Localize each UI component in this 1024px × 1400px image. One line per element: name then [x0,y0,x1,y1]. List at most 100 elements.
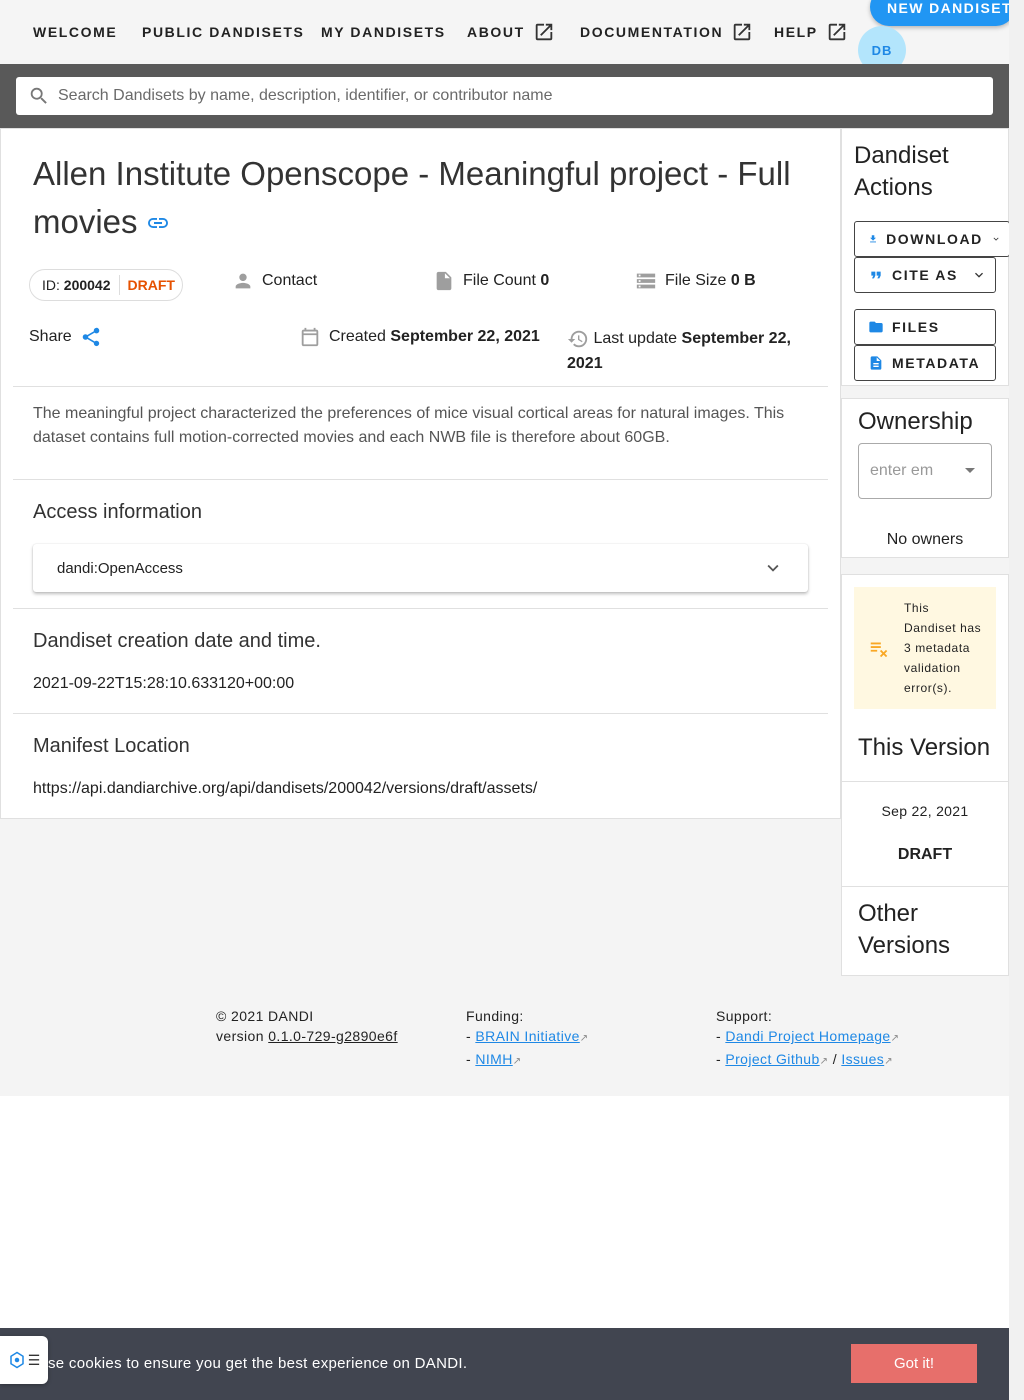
file-icon [436,271,452,291]
external-link-icon: ↗ [579,1033,589,1044]
nav-my-dandisets-label: MY DANDISETS [321,24,446,40]
external-link-icon: ↗ [884,1056,893,1067]
external-link-icon [535,23,553,41]
dandiset-id: 200042 [63,277,111,293]
files-button[interactable]: FILES [854,309,996,345]
section-divider [842,781,1008,782]
creation-value: 2021-09-22T15:28:10.633120+00:00 [33,675,295,692]
this-version-heading: This Version [858,734,991,761]
files-label: FILES [892,319,940,335]
chevron-down-icon[interactable] [762,557,784,579]
download-icon [870,235,876,243]
dandiset-description: The meaningful project characterized the… [33,405,785,446]
external-link-icon: ↗ [819,1056,829,1067]
nav-public-dandisets[interactable]: PUBLIC DANDISETS [142,0,305,64]
owner-select[interactable]: enter em [858,443,992,499]
footer-funding: Funding: - BRAIN Initiative↗ - NIMH↗ [466,1008,589,1067]
validation-message: This Dandiset has 3 metadata validation … [904,601,982,695]
access-expansion-panel[interactable]: dandi:OpenAccess [33,544,808,592]
permalink-icon[interactable] [146,200,170,248]
file-count-item: File Count 0 [433,270,549,292]
support-label: Support: [716,1008,773,1024]
nav-about-label: ABOUT [467,24,525,40]
issues-link[interactable]: Issues [841,1051,884,1067]
last-update-label: Last update [593,330,678,347]
dandi-homepage-link[interactable]: Dandi Project Homepage [725,1028,890,1044]
footer-support: Support: - Dandi Project Homepage↗ - Pro… [716,1008,900,1067]
file-size-label: File Size [665,272,727,289]
nav-welcome-label: WELCOME [33,24,118,40]
storage-icon [636,273,656,289]
chevron-down-icon [993,237,999,241]
calendar-icon [301,327,319,347]
nav-my-dandisets[interactable]: MY DANDISETS [321,0,446,64]
version-badge: DRAFT [127,277,175,293]
nav-help[interactable]: HELP [774,0,848,64]
id-version-chip: ID: 200042 DRAFT [29,269,183,301]
quote-icon [871,271,881,279]
metadata-button[interactable]: METADATA [854,345,996,381]
nav-help-label: HELP [774,24,818,40]
dropdown-arrow-icon [965,468,975,473]
ownership-heading: Ownership [858,408,973,435]
nav-about[interactable]: ABOUT [467,0,555,64]
external-link-icon [733,23,751,41]
share-icon[interactable] [80,326,102,348]
cookie-settings-widget[interactable]: ☰ [0,1336,48,1384]
person-icon [235,273,251,289]
cookie-accept-button[interactable]: Got it! [851,1344,977,1383]
search-field[interactable] [16,77,993,115]
section-divider [842,886,1008,887]
actions-heading: Dandiset Actions [854,142,949,201]
validation-warning[interactable]: This Dandiset has 3 metadata validation … [854,587,996,709]
this-version-name[interactable]: DRAFT [842,846,1008,864]
external-link-icon [828,23,845,41]
section-divider [13,713,828,714]
no-owners-text: No owners [886,531,964,548]
owner-select-placeholder: enter em [870,462,934,479]
version-link[interactable]: 0.1.0-729-g2890e6f [268,1028,397,1044]
github-link[interactable]: Project Github [725,1051,819,1067]
nav-welcome[interactable]: WELCOME [33,0,117,64]
last-update-item: Last update September 22, 2021 [567,326,807,376]
file-size-item: File Size 0 B [635,270,756,292]
share-item[interactable]: Share [29,326,102,348]
share-label: Share [29,328,72,345]
chevron-down-icon [975,272,983,278]
nav-public-dandisets-label: PUBLIC DANDISETS [142,24,305,40]
download-label: DOWNLOAD [886,231,983,247]
manifest-url: https://api.dandiarchive.org/api/dandise… [33,780,538,797]
file-count-label: File Count [463,272,536,289]
nimh-link[interactable]: NIMH [475,1051,512,1067]
access-value: dandi:OpenAccess [57,559,183,577]
folder-icon [869,321,883,333]
created-label: Created [329,328,386,345]
download-button[interactable]: DOWNLOAD [854,221,1010,257]
contact-label: Contact [262,272,318,289]
access-heading: Access information [33,501,202,523]
cookie-banner: se cookies to ensure you get the best ex… [0,1328,1009,1400]
external-link-icon: ↗ [890,1033,900,1044]
other-versions-heading: Other Versions [858,900,951,959]
id-label: ID: [42,277,60,293]
nav-documentation[interactable]: DOCUMENTATION [580,0,753,64]
history-icon [567,330,588,348]
created-item: Created September 22, 2021 [299,326,540,348]
cookie-gear-icon [9,1351,24,1369]
search-icon [30,87,47,104]
cookie-message: se cookies to ensure you get the best ex… [48,1355,468,1372]
manifest-heading: Manifest Location [33,735,190,757]
this-version-date[interactable]: Sep 22, 2021 [842,803,1008,819]
brain-initiative-link[interactable]: BRAIN Initiative [475,1028,579,1044]
cite-as-button[interactable]: CITE AS [854,257,996,293]
page-scrollbar[interactable] [1009,0,1024,1400]
section-divider [13,479,828,480]
copyright-text: © 2021 DANDI [216,1008,314,1024]
version-label: version [216,1028,264,1044]
contact-item[interactable]: Contact [232,270,317,292]
section-divider [13,386,828,387]
cite-as-label: CITE AS [892,267,958,283]
metadata-label: METADATA [892,355,981,371]
new-dandiset-button[interactable]: NEW DANDISET [870,0,1015,26]
search-input[interactable] [58,87,958,105]
